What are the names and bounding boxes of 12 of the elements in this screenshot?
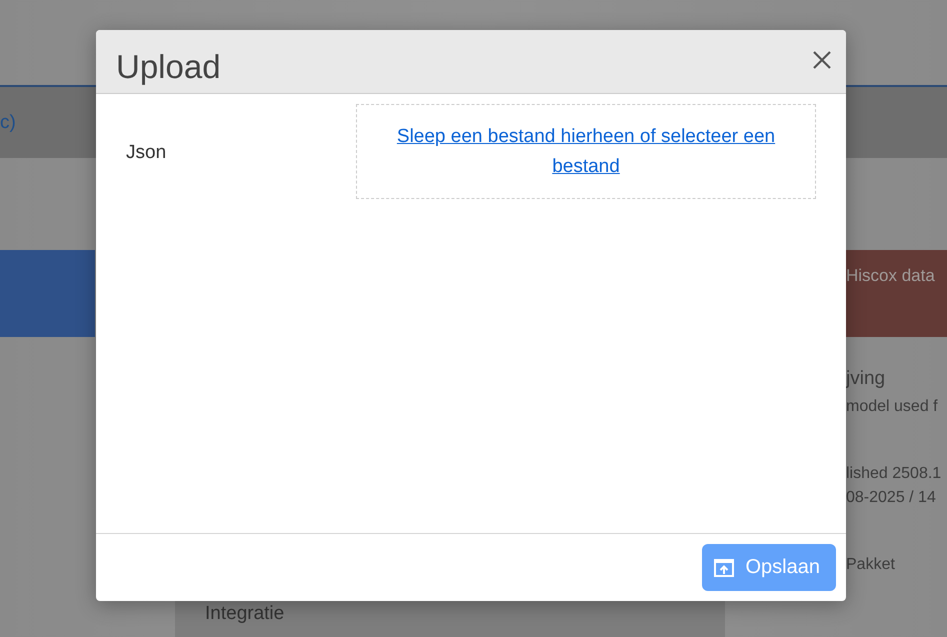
file-dropzone[interactable]: Sleep een bestand hierheen of selecteer een bestand [356,104,816,199]
detail-text: model used f [846,398,939,416]
close-icon[interactable] [812,50,832,70]
panel-header: Hiscox data [846,250,947,337]
upload-icon [714,558,734,576]
field-label: Json [126,141,168,165]
dialog-title: Upload [116,48,221,86]
detail-text: 08-2025 / 14 [846,489,937,507]
card-title: Integratie [205,603,286,625]
detail-text: lished 2508.1 [846,465,942,483]
file-select-link[interactable]: Sleep een bestand hierheen of selecteer een bestand [375,122,797,182]
detail-text: Pakket [846,556,896,574]
